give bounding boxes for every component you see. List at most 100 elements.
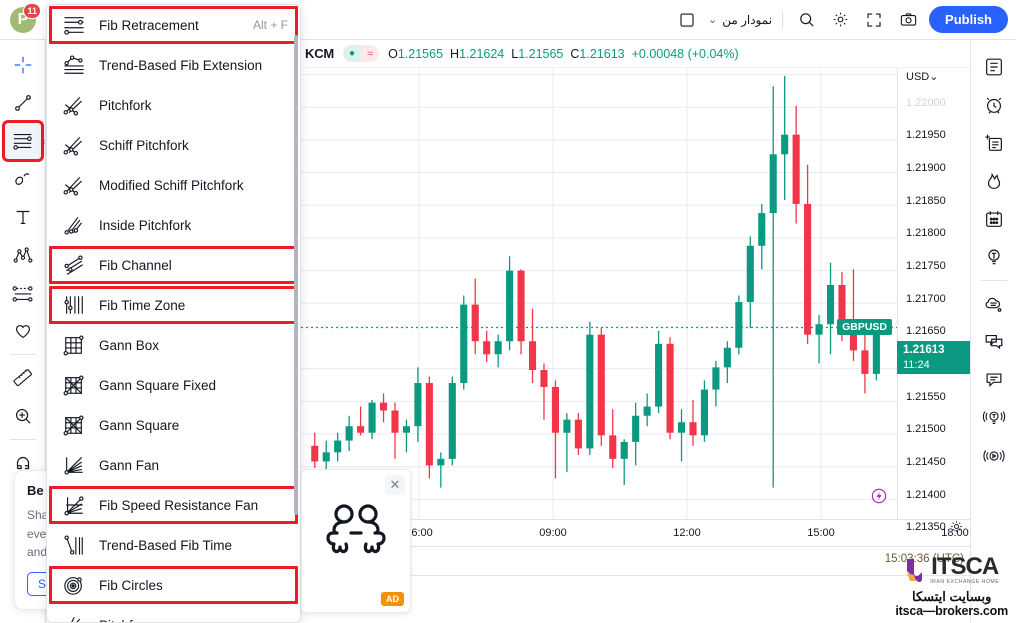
fib-menu-item-pitchfork[interactable]: Pitchfork	[47, 85, 300, 125]
price-tick: 1.21800	[906, 227, 946, 240]
fib-menu-item-schiff-pitchfork[interactable]: Schiff Pitchfork	[47, 125, 300, 165]
fib-circles-icon	[61, 573, 87, 597]
fib-menu-item-inside-pitchfork[interactable]: Inside Pitchfork	[47, 205, 300, 245]
elliott-wave-icon[interactable]	[4, 236, 42, 274]
streams-icon[interactable]	[975, 437, 1013, 475]
gear-icon[interactable]	[823, 5, 857, 35]
rail-divider-2	[9, 439, 36, 440]
user-avatar-wrap[interactable]: P 11	[0, 0, 46, 40]
public-chat-icon[interactable]	[975, 361, 1013, 399]
rail-divider-1	[9, 354, 36, 355]
fib-menu-item-label: Schiff Pitchfork	[99, 137, 189, 153]
price-axis[interactable]: USD⌄ 1.22000 1.21950 1.21900 1.21850 1.21800…	[897, 68, 970, 533]
private-chat-icon[interactable]	[975, 323, 1013, 361]
fib-tools-dropdown[interactable]: Fib Retracement Alt + F Trend-Based Fib Ex…	[46, 4, 301, 623]
pattern-icon[interactable]	[4, 160, 42, 198]
gann-box-icon	[61, 333, 87, 357]
dropdown-scrollbar[interactable]	[294, 35, 298, 515]
fullscreen-icon[interactable]	[857, 5, 891, 35]
price-tick: 1.21750	[906, 259, 946, 272]
camera-icon[interactable]	[891, 5, 925, 35]
fib-menu-item-label: Trend-Based Fib Time	[99, 537, 233, 553]
watermark-persian: وبسایت ایتسکا	[912, 588, 992, 604]
ohlc-high-label: H	[450, 46, 460, 61]
fib-menu-item-label: Gann Square Fixed	[99, 377, 217, 393]
fib-menu-item-label: Modified Schiff Pitchfork	[99, 177, 244, 193]
right-rail-divider	[980, 280, 1007, 281]
trend-line-icon[interactable]	[4, 84, 42, 122]
layout-icon[interactable]	[670, 5, 704, 35]
fib-menu-item-label: Gann Fan	[99, 457, 160, 473]
broadcast-idea-icon[interactable]	[975, 399, 1013, 437]
ohlc-close-value: 1.21613	[579, 46, 625, 61]
fib-menu-item-gann-square[interactable]: Gann Square	[47, 405, 300, 445]
chat-cloud-icon[interactable]	[975, 285, 1013, 323]
chevron-down-icon: ⌄	[929, 71, 939, 83]
fib-menu-item-trend-based-fib-time[interactable]: Trend-Based Fib Time	[47, 525, 300, 565]
tradingview-chart-app: P 11 نمودار من ⌄ Publish ‹ Be t Shar eve…	[0, 0, 1016, 623]
gann-square-icon	[61, 413, 87, 437]
fib-menu-item-label: Fib Retracement	[99, 17, 199, 33]
ideas-bulb-icon[interactable]	[975, 238, 1013, 276]
fib-menu-item-gann-square-fixed[interactable]: Gann Square Fixed	[47, 365, 300, 405]
heart-icon[interactable]	[4, 312, 42, 350]
calendar-icon[interactable]	[975, 200, 1013, 238]
projection-icon[interactable]	[4, 274, 42, 312]
ohlc-open-value: 1.21565	[397, 46, 444, 61]
candlestick-plot[interactable]	[301, 68, 897, 519]
fib-menu-item-label: Pitchfork	[99, 97, 152, 113]
symbol-ticker[interactable]: KCM	[305, 46, 334, 61]
hotlist-flame-icon[interactable]	[975, 162, 1013, 200]
search-icon[interactable]	[789, 5, 823, 35]
market-type-icon: ≈	[361, 45, 380, 62]
chart-settings-gear-icon[interactable]	[949, 519, 964, 539]
fib-menu-item-gann-fan[interactable]: Gann Fan	[47, 445, 300, 485]
fib-menu-item-label: Fib Time Zone	[99, 297, 186, 313]
ad-card[interactable]: ✕ AD	[301, 469, 411, 613]
price-tick: 1.21700	[906, 292, 946, 305]
price-tick: 1.21500	[906, 423, 946, 436]
cross-cursor-icon[interactable]	[4, 46, 42, 84]
data-window-icon[interactable]	[975, 124, 1013, 162]
zoom-in-icon[interactable]	[4, 397, 42, 435]
schiff-pitchfork-icon	[61, 133, 87, 157]
fib-menu-item-label: Fib Circles	[99, 577, 163, 593]
itsca-logo-icon	[907, 559, 923, 583]
sidebar-item-fib-retracement[interactable]: ‹	[1, 120, 46, 162]
watchlist-icon[interactable]	[975, 48, 1013, 86]
gann-square-fixed-icon	[61, 373, 87, 397]
chart-name-selector[interactable]: نمودار من ⌄	[704, 13, 776, 27]
gann-fan-icon	[61, 453, 87, 477]
lightning-idea-icon[interactable]	[869, 486, 889, 511]
fib-menu-item-label: Gann Square	[99, 417, 180, 433]
price-tick: 1.21400	[906, 488, 946, 501]
ohlc-high-value: 1.21624	[459, 46, 505, 61]
market-open-dot-icon: ●	[343, 45, 362, 62]
fib-menu-item-fib-speed-resistance-fan[interactable]: Fib Speed Resistance Fan	[47, 485, 300, 525]
fib-menu-item-fib-time-zone[interactable]: Fib Time Zone	[47, 285, 300, 325]
ohlc-readout: O1.21565 H1.21624 L1.21565 C1.21613 +0.0…	[388, 47, 739, 61]
fib-menu-item-trend-based-fib-extension[interactable]: Trend-Based Fib Extension	[47, 45, 300, 85]
close-icon[interactable]: ✕	[385, 475, 405, 495]
modified-schiff-pitchfork-icon	[61, 173, 87, 197]
watermark-tagline: IRAN EXCHANGE HOME	[930, 579, 1000, 586]
notification-badge[interactable]: 11	[23, 2, 41, 19]
chart-name-label: نمودار من	[722, 12, 773, 27]
fib-menu-item-fib-channel[interactable]: Fib Channel	[47, 245, 300, 285]
fib-menu-item-modified-schiff-pitchfork[interactable]: Modified Schiff Pitchfork	[47, 165, 300, 205]
fib-menu-item-gann-box[interactable]: Gann Box	[47, 325, 300, 365]
pitchfork-icon	[61, 93, 87, 117]
publish-button[interactable]: Publish	[929, 5, 1008, 34]
price-tick: 1.21450	[906, 456, 946, 469]
fib-menu-item-label: Fib Channel	[99, 257, 172, 273]
alerts-clock-icon[interactable]	[975, 86, 1013, 124]
text-icon[interactable]	[4, 198, 42, 236]
fib-menu-item-fib-circles[interactable]: Fib Circles	[47, 565, 300, 605]
price-tick: 1.21650	[906, 325, 946, 338]
price-axis-currency[interactable]: USD⌄	[906, 70, 938, 83]
symbol-price-tag: GBPUSD	[837, 319, 892, 336]
ruler-icon[interactable]	[4, 359, 42, 397]
fib-menu-item-fib-retracement[interactable]: Fib Retracement Alt + F	[47, 5, 300, 45]
fib-menu-item-pitchfan[interactable]: Pitchfan	[47, 605, 300, 622]
price-tick: 1.22000	[906, 96, 946, 109]
